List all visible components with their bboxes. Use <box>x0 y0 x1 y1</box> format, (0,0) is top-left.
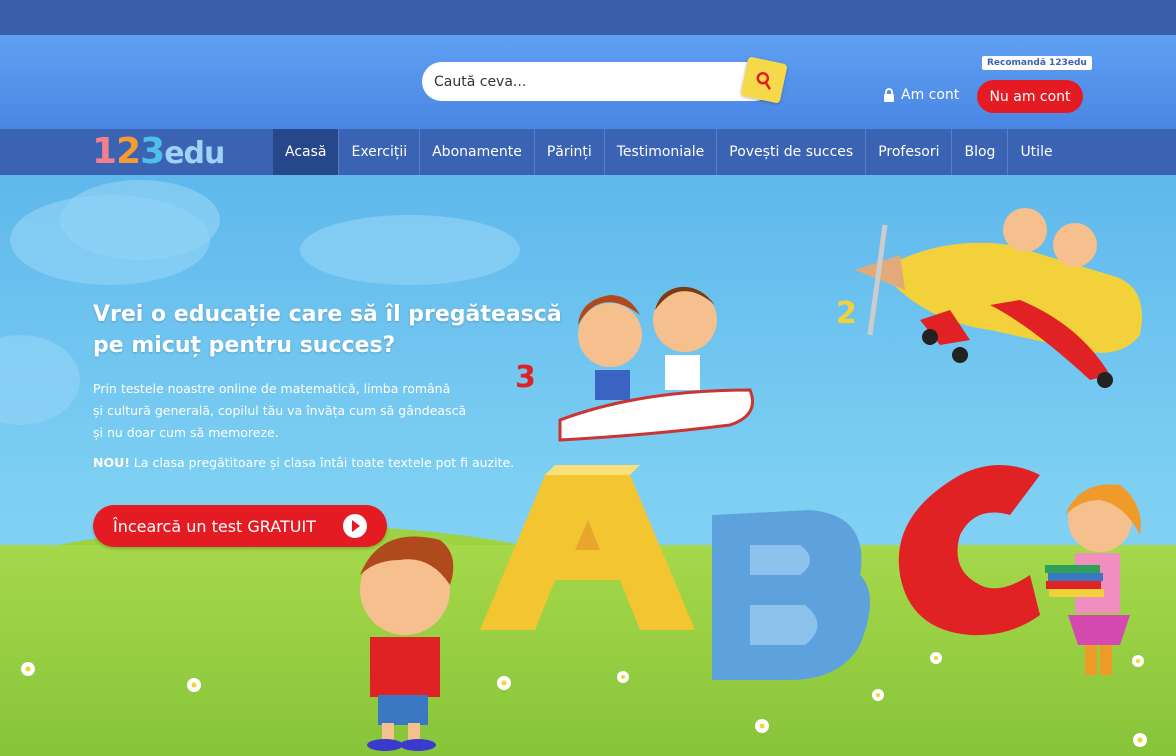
hero-illustration: 3 2 <box>21 208 1147 751</box>
recommend-link[interactable]: Recomandă 123edu <box>982 56 1092 70</box>
nav-item-blog[interactable]: Blog <box>951 129 1007 175</box>
login-label: Am cont <box>901 87 960 103</box>
logo-digit-1: 1 <box>92 131 117 172</box>
nav-item-testimoniale[interactable]: Testimoniale <box>603 129 717 175</box>
logo-digit-3: 3 <box>140 131 165 172</box>
login-link[interactable]: Am cont <box>883 87 959 103</box>
top-strip <box>0 0 1176 35</box>
nav-item-profesori[interactable]: Profesori <box>865 129 951 175</box>
logo-text: edu <box>164 136 225 171</box>
nav-item-parinti[interactable]: Părinți <box>533 129 604 175</box>
main-nav: 123edu Acasă Exerciții Abonamente Părinț… <box>0 129 1176 175</box>
plane <box>855 208 1142 388</box>
flowers <box>21 652 1147 747</box>
header: Recomandă 123edu Am cont Nu am cont <box>0 35 1176 129</box>
girl-with-books <box>1045 484 1141 675</box>
logo-digit-2: 2 <box>116 131 141 172</box>
search-input[interactable] <box>434 71 734 93</box>
letter-b <box>712 510 870 680</box>
search-button[interactable] <box>740 56 788 104</box>
number-3: 3 <box>515 360 536 395</box>
nav-item-utile[interactable]: Utile <box>1007 129 1064 175</box>
lock-icon <box>884 88 894 102</box>
logo[interactable]: 123edu <box>92 131 225 172</box>
search-box <box>422 62 774 101</box>
nav-items: Acasă Exerciții Abonamente Părinți Testi… <box>273 129 1065 175</box>
boy-with-backpack <box>360 536 454 751</box>
search-icon <box>756 71 771 90</box>
register-button[interactable]: Nu am cont <box>977 80 1083 113</box>
hero-section: Vrei o educație care să îl pregătească p… <box>0 175 1176 756</box>
nav-item-abonamente[interactable]: Abonamente <box>419 129 534 175</box>
letter-a <box>480 465 695 630</box>
letter-c <box>898 465 1040 636</box>
nav-item-acasa[interactable]: Acasă <box>273 129 339 175</box>
kids-on-book <box>558 286 754 442</box>
nav-item-povesti-de-succes[interactable]: Povești de succes <box>716 129 865 175</box>
number-2: 2 <box>836 296 857 331</box>
nav-item-exercitii[interactable]: Exerciții <box>338 129 419 175</box>
